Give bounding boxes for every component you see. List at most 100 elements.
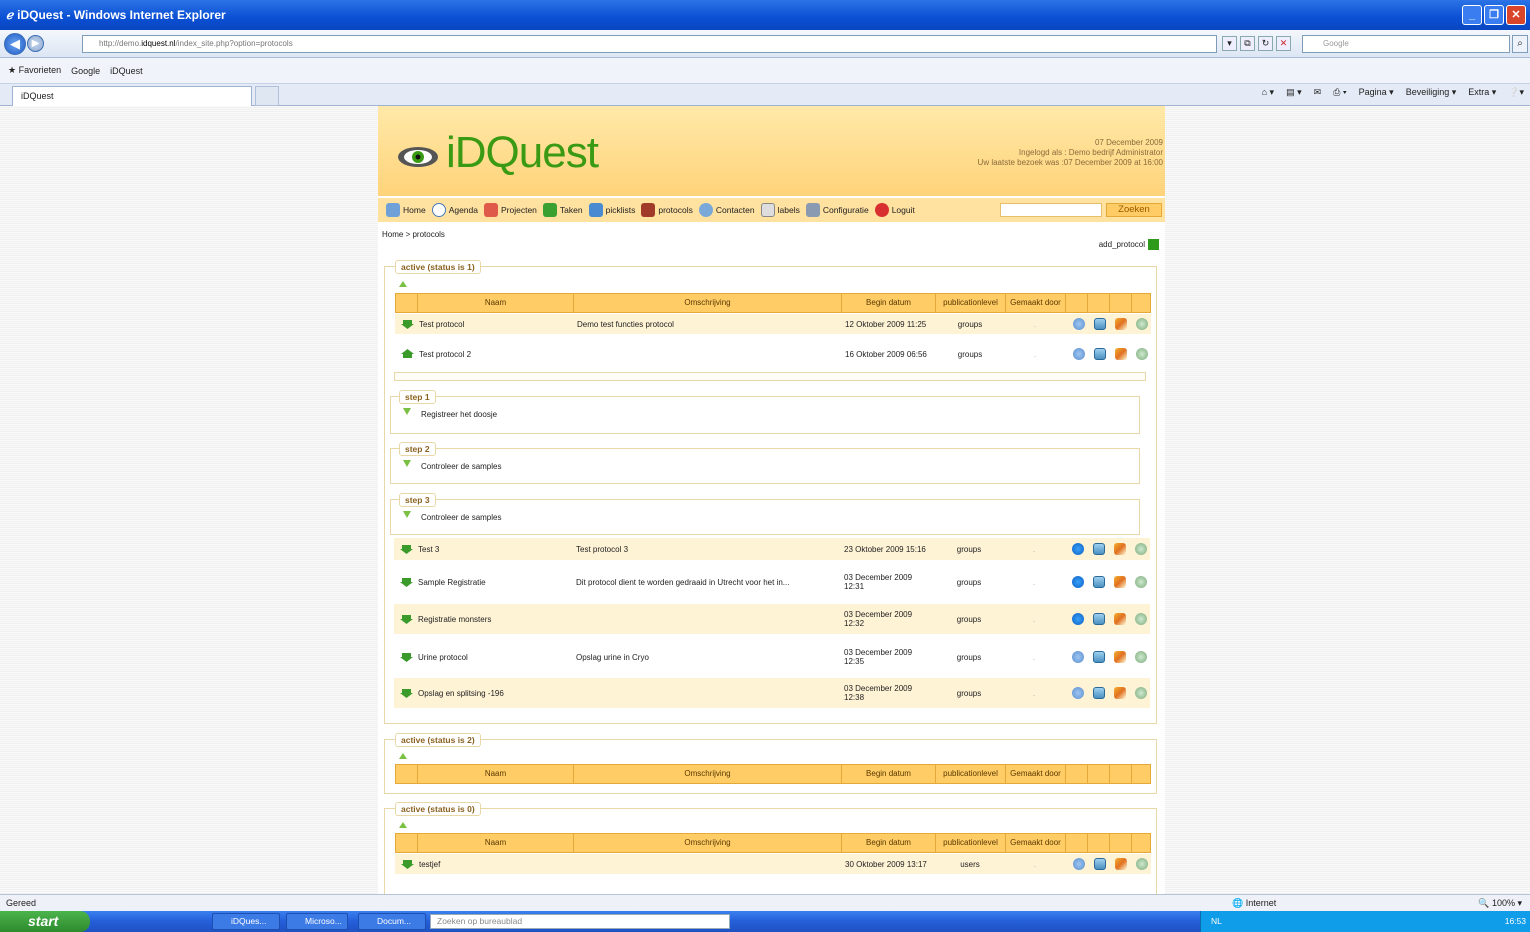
copy-icon[interactable] bbox=[1073, 348, 1085, 360]
menu-loguit[interactable]: Loguit bbox=[874, 203, 915, 217]
site-search-input[interactable] bbox=[1000, 203, 1102, 217]
table-row[interactable]: Test protocol Demo test functies protoco… bbox=[395, 314, 1151, 334]
add-step-icon[interactable] bbox=[1094, 318, 1106, 330]
add-step-icon[interactable] bbox=[1093, 613, 1105, 625]
col-gemaakt[interactable]: Gemaakt door bbox=[1006, 765, 1066, 783]
col-publication[interactable]: publicationlevel bbox=[936, 294, 1006, 312]
col-naam[interactable]: Naam bbox=[418, 765, 574, 783]
copy-icon[interactable] bbox=[1072, 576, 1084, 588]
stop-icon[interactable]: ✕ bbox=[1276, 36, 1291, 51]
col-gemaakt[interactable]: Gemaakt door bbox=[1006, 294, 1066, 312]
menu-agenda[interactable]: Agenda bbox=[431, 203, 478, 217]
table-row[interactable]: Test protocol 2 16 Oktober 2009 06:56 gr… bbox=[395, 337, 1151, 371]
menu-configuratie[interactable]: Configuratie bbox=[805, 203, 869, 217]
menu-taken[interactable]: Taken bbox=[542, 203, 583, 217]
search-input[interactable]: Google bbox=[1302, 35, 1510, 53]
col-naam[interactable]: Naam bbox=[418, 294, 574, 312]
col-publication[interactable]: publicationlevel bbox=[936, 834, 1006, 852]
edit-icon[interactable] bbox=[1115, 348, 1127, 360]
menu-labels[interactable]: labels bbox=[760, 203, 800, 217]
edit-icon[interactable] bbox=[1115, 858, 1127, 870]
table-row[interactable]: Test 3 Test protocol 3 23 Oktober 2009 1… bbox=[394, 538, 1150, 560]
add-step-icon[interactable] bbox=[1094, 858, 1106, 870]
expand-down-icon[interactable] bbox=[400, 652, 413, 662]
taskbar-button-doc[interactable]: Docum... bbox=[358, 913, 426, 930]
language-indicator[interactable]: NL bbox=[1211, 911, 1526, 931]
edit-icon[interactable] bbox=[1114, 687, 1126, 699]
help-icon[interactable]: ❔▾ bbox=[1508, 87, 1524, 98]
copy-icon[interactable] bbox=[1072, 613, 1084, 625]
delete-icon[interactable] bbox=[1135, 613, 1147, 625]
copy-icon[interactable] bbox=[1073, 318, 1085, 330]
expand-down-icon[interactable] bbox=[401, 859, 414, 869]
delete-icon[interactable] bbox=[1136, 858, 1148, 870]
menu-protocols[interactable]: protocols bbox=[641, 203, 693, 217]
favorite-google[interactable]: Google bbox=[71, 66, 100, 76]
extra-menu[interactable]: Extra ▾ bbox=[1468, 87, 1496, 98]
beveiliging-menu[interactable]: Beveiliging ▾ bbox=[1406, 87, 1457, 98]
collapse-up-icon[interactable] bbox=[399, 822, 407, 828]
favorites-button[interactable]: ★ Favorieten bbox=[8, 65, 61, 76]
expand-down-icon[interactable] bbox=[401, 319, 414, 329]
taskbar-button-office[interactable]: Microso... bbox=[286, 913, 348, 930]
close-button[interactable]: ✕ bbox=[1506, 5, 1526, 25]
step-down-icon[interactable] bbox=[403, 511, 411, 518]
pagina-menu[interactable]: Pagina ▾ bbox=[1359, 87, 1394, 98]
step-down-icon[interactable] bbox=[403, 408, 411, 415]
col-begin[interactable]: Begin datum bbox=[842, 834, 936, 852]
col-publication[interactable]: publicationlevel bbox=[936, 765, 1006, 783]
add-step-icon[interactable] bbox=[1093, 687, 1105, 699]
add-step-icon[interactable] bbox=[1093, 651, 1105, 663]
copy-icon[interactable] bbox=[1072, 651, 1084, 663]
delete-icon[interactable] bbox=[1135, 543, 1147, 555]
minimize-button[interactable]: _ bbox=[1462, 5, 1482, 25]
add-step-icon[interactable] bbox=[1093, 543, 1105, 555]
col-gemaakt[interactable]: Gemaakt door bbox=[1006, 834, 1066, 852]
delete-icon[interactable] bbox=[1135, 576, 1147, 588]
rss-icon[interactable]: ▤ ▾ bbox=[1286, 87, 1302, 98]
menu-contacten[interactable]: Contacten bbox=[698, 203, 755, 217]
edit-icon[interactable] bbox=[1114, 613, 1126, 625]
col-begin[interactable]: Begin datum bbox=[842, 294, 936, 312]
tab-idquest[interactable]: iDQuest bbox=[12, 86, 252, 106]
maximize-button[interactable]: ❐ bbox=[1484, 5, 1504, 25]
url-field[interactable]: http://demo.idquest.nl/index_site.php?op… bbox=[82, 35, 1217, 53]
refresh-icon[interactable]: ↻ bbox=[1258, 36, 1273, 51]
edit-icon[interactable] bbox=[1114, 576, 1126, 588]
menu-projecten[interactable]: Projecten bbox=[484, 203, 537, 217]
expand-down-icon[interactable] bbox=[400, 544, 413, 554]
back-button[interactable]: ◀ bbox=[4, 32, 26, 55]
expand-down-icon[interactable] bbox=[400, 577, 413, 587]
col-omschrijving[interactable]: Omschrijving bbox=[574, 765, 842, 783]
col-omschrijving[interactable]: Omschrijving bbox=[574, 834, 842, 852]
add-step-icon[interactable] bbox=[1094, 348, 1106, 360]
delete-icon[interactable] bbox=[1136, 318, 1148, 330]
col-naam[interactable]: Naam bbox=[418, 834, 574, 852]
dropdown-icon[interactable]: ▾ bbox=[1222, 36, 1237, 51]
collapse-up-icon[interactable] bbox=[401, 349, 414, 359]
mail-icon[interactable]: ✉ bbox=[1314, 87, 1322, 98]
table-row[interactable]: Registratie monsters 03 December 2009 12… bbox=[394, 604, 1150, 634]
table-row[interactable]: testjef 30 Oktober 2009 13:17 users . bbox=[395, 854, 1151, 874]
col-begin[interactable]: Begin datum bbox=[842, 765, 936, 783]
zoom-control[interactable]: 🔍 100% ▾ bbox=[1478, 895, 1522, 911]
delete-icon[interactable] bbox=[1135, 651, 1147, 663]
menu-picklists[interactable]: picklists bbox=[588, 203, 635, 217]
desktop-search-input[interactable]: Zoeken op bureaublad bbox=[430, 914, 730, 929]
edit-icon[interactable] bbox=[1114, 543, 1126, 555]
step-down-icon[interactable] bbox=[403, 460, 411, 467]
favorite-idquest[interactable]: iDQuest bbox=[110, 66, 143, 76]
add-protocol-link[interactable]: add_protocol bbox=[1099, 239, 1159, 250]
add-step-icon[interactable] bbox=[1093, 576, 1105, 588]
start-button[interactable]: start bbox=[0, 911, 90, 932]
table-row[interactable]: Opslag en splitsing -196 03 December 200… bbox=[394, 678, 1150, 708]
edit-icon[interactable] bbox=[1114, 651, 1126, 663]
search-icon[interactable]: ⌕ bbox=[1512, 35, 1528, 53]
print-icon[interactable]: ⎙ ▾ bbox=[1333, 87, 1346, 98]
table-row[interactable]: Sample Registratie Dit protocol dient te… bbox=[394, 564, 1150, 600]
menu-home[interactable]: Home bbox=[386, 203, 426, 217]
delete-icon[interactable] bbox=[1136, 348, 1148, 360]
expand-down-icon[interactable] bbox=[400, 688, 413, 698]
copy-icon[interactable] bbox=[1073, 858, 1085, 870]
compatibility-icon[interactable]: ⧉ bbox=[1240, 36, 1255, 51]
